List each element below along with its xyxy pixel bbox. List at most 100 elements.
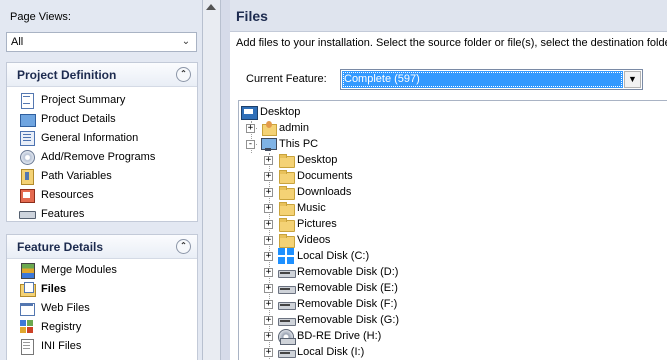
computer-icon: [260, 136, 277, 152]
sidebar-item-label: Product Details: [41, 112, 116, 125]
expand-icon[interactable]: +: [264, 171, 273, 181]
sidebar-item-resources[interactable]: Resources: [7, 185, 197, 204]
tree-node-removable-g[interactable]: + Removable Disk (G:): [264, 312, 399, 328]
removable-drive-icon: [278, 296, 296, 312]
current-feature-select[interactable]: Complete (597) ▼: [340, 69, 643, 90]
user-folder-icon: [260, 120, 277, 136]
tree-node-label: Pictures: [297, 218, 337, 230]
expand-icon[interactable]: +: [264, 235, 273, 245]
expand-icon[interactable]: +: [264, 267, 273, 277]
sidebar-item-label: Project Summary: [41, 93, 126, 106]
expand-icon[interactable]: +: [264, 315, 273, 325]
tree-node-desktop[interactable]: + Desktop: [264, 152, 337, 168]
sidebar-item-label: Web Files: [41, 301, 90, 314]
feature-details-header[interactable]: Feature Details ⌃: [7, 235, 197, 259]
tree-node-label: Removable Disk (E:): [297, 282, 398, 294]
sidebar-item-merge-modules[interactable]: Merge Modules: [7, 260, 197, 279]
expand-icon[interactable]: +: [264, 203, 273, 213]
expand-icon[interactable]: +: [264, 155, 273, 165]
instructions-text: Add files to your installation. Select t…: [236, 37, 667, 49]
sidebar-item-add-remove-programs[interactable]: Add/Remove Programs: [7, 147, 197, 166]
expand-icon[interactable]: +: [264, 251, 273, 261]
tree-node-label: Removable Disk (F:): [297, 298, 398, 310]
sidebar-item-project-summary[interactable]: Project Summary: [7, 90, 197, 109]
tree-node-label: Local Disk (C:): [297, 250, 370, 262]
project-summary-icon: [19, 92, 35, 109]
tree-node-label: Local Disk (I:): [297, 346, 365, 358]
removable-drive-icon: [278, 264, 296, 280]
page-views-select[interactable]: All ⌄: [6, 32, 197, 52]
sidebar-item-product-details[interactable]: Product Details: [7, 109, 197, 128]
tree-node-admin[interactable]: + admin: [246, 120, 309, 136]
expand-icon[interactable]: +: [246, 123, 255, 133]
sidebar-item-features[interactable]: Features: [7, 204, 197, 223]
tree-node-label: admin: [279, 122, 309, 134]
sidebar-scrollbar[interactable]: [203, 0, 221, 360]
tree-node-pictures[interactable]: + Pictures: [264, 216, 337, 232]
sidebar-item-label: Registry: [41, 320, 82, 333]
sidebar-item-label: General Information: [41, 131, 139, 144]
removable-drive-icon: [278, 280, 296, 296]
tree-node-removable-f[interactable]: + Removable Disk (F:): [264, 296, 397, 312]
sidebar-item-ini-files[interactable]: INI Files: [7, 336, 197, 355]
web-files-icon: [19, 300, 35, 316]
folder-icon: [278, 200, 295, 216]
sidebar-item-label: Path Variables: [41, 169, 112, 182]
expand-icon[interactable]: +: [264, 299, 273, 309]
tree-node-this-pc[interactable]: - This PC: [246, 136, 318, 152]
product-details-icon: [19, 111, 36, 127]
sidebar-item-label: Features: [41, 207, 85, 220]
sidebar-item-path-variables[interactable]: Path Variables: [7, 166, 197, 185]
tree-node-label: Desktop: [297, 154, 338, 166]
feature-details-panel: Feature Details ⌃ Merge Modules Files We…: [6, 234, 198, 360]
tree-node-label: Removable Disk (G:): [297, 314, 400, 326]
expand-icon[interactable]: +: [264, 347, 273, 357]
tree-node-label: Documents: [297, 170, 353, 182]
optical-drive-icon: [278, 328, 296, 345]
tree-node-removable-d[interactable]: + Removable Disk (D:): [264, 264, 398, 280]
expand-icon[interactable]: +: [264, 219, 273, 229]
tree-node-local-disk-c[interactable]: + Local Disk (C:): [264, 248, 369, 264]
desktop-icon: [241, 104, 258, 120]
main-content: Files Add files to your installation. Se…: [230, 0, 667, 360]
collapse-icon[interactable]: -: [246, 139, 255, 149]
page-views-label: Page Views:: [10, 11, 71, 23]
feature-details-title: Feature Details: [17, 240, 104, 254]
chevron-down-icon: ⌄: [181, 36, 191, 47]
tree-node-videos[interactable]: + Videos: [264, 232, 330, 248]
sidebar-item-label: INI Files: [41, 339, 82, 352]
expand-icon[interactable]: +: [264, 331, 273, 341]
removable-drive-icon: [278, 312, 296, 328]
source-folder-tree[interactable]: Desktop + admin - This PC + Desktop + Docu…: [238, 100, 667, 360]
sidebar-item-label: Files: [41, 282, 67, 295]
tree-node-documents[interactable]: + Documents: [264, 168, 353, 184]
tree-node-music[interactable]: + Music: [264, 200, 326, 216]
general-information-icon: [19, 130, 35, 146]
sidebar: Page Views: All ⌄ Project Definition ⌃ P…: [0, 0, 203, 360]
tree-node-desktop-root[interactable]: Desktop: [241, 104, 300, 120]
sidebar-item-files[interactable]: Files: [7, 279, 197, 298]
scroll-up-icon[interactable]: [206, 4, 216, 10]
expand-icon[interactable]: +: [264, 283, 273, 293]
sidebar-item-registry[interactable]: Registry: [7, 317, 197, 336]
folder-icon: [278, 232, 295, 248]
tree-node-downloads[interactable]: + Downloads: [264, 184, 351, 200]
sidebar-item-label: Merge Modules: [41, 263, 117, 276]
collapse-icon[interactable]: ⌃: [176, 67, 191, 82]
page-views-value: All: [11, 36, 24, 48]
tree-node-local-disk-i[interactable]: + Local Disk (I:): [264, 344, 364, 360]
expand-icon[interactable]: +: [264, 187, 273, 197]
tree-node-bd-re-h[interactable]: + BD-RE Drive (H:): [264, 328, 381, 345]
windows-drive-icon: [278, 248, 294, 264]
tree-node-removable-e[interactable]: + Removable Disk (E:): [264, 280, 398, 296]
sidebar-item-general-information[interactable]: General Information: [7, 128, 197, 147]
sidebar-item-web-files[interactable]: Web Files: [7, 298, 197, 317]
page-title: Files: [230, 0, 667, 32]
ini-files-icon: [19, 338, 35, 355]
project-definition-panel: Project Definition ⌃ Project Summary Pro…: [6, 62, 198, 222]
folder-icon: [278, 216, 295, 232]
collapse-icon[interactable]: ⌃: [176, 239, 191, 254]
chevron-down-icon[interactable]: ▼: [624, 71, 641, 88]
project-definition-header[interactable]: Project Definition ⌃: [7, 63, 197, 87]
sidebar-item-label: Resources: [41, 188, 94, 201]
